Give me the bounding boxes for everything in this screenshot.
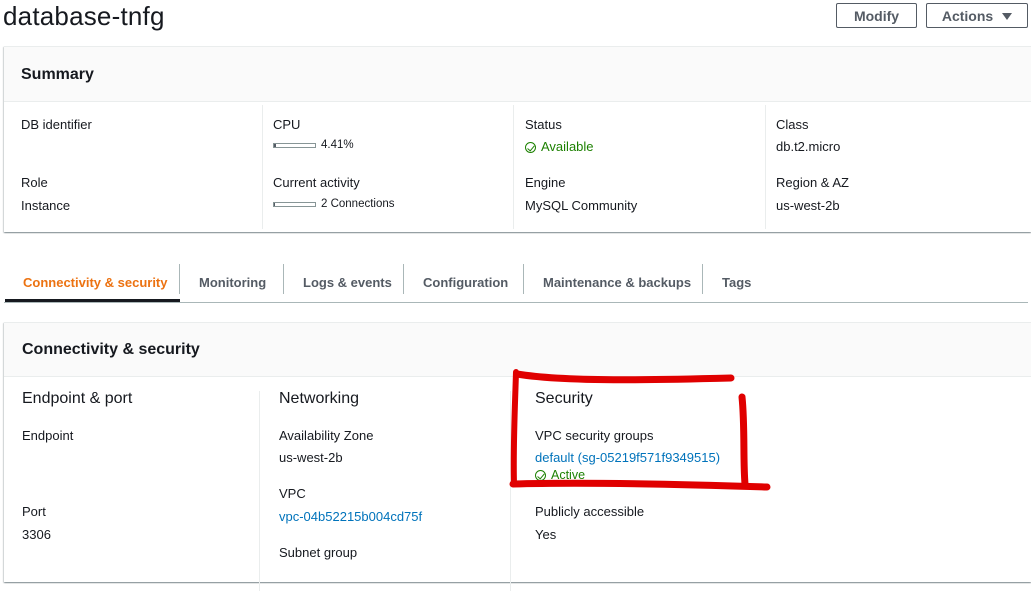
activity-progress-fill [274,203,275,206]
tab-separator [283,264,284,294]
vpc-link[interactable]: vpc-04b52215b004cd75f [279,509,422,524]
security-group-status: Active [535,468,585,482]
cpu-progress-bar [273,143,316,148]
publicly-accessible-value: Yes [535,527,557,542]
security-title: Security [535,390,593,407]
role-value: Instance [21,198,71,213]
availability-zone-value: us-west-2b [279,450,343,465]
class-label: Class [776,117,809,132]
vpc-label: VPC [279,486,306,501]
subnet-group-label: Subnet group [279,545,358,560]
db-identifier-label: DB identifier [21,117,92,132]
tab-connectivity-security[interactable]: Connectivity & security [23,262,168,302]
security-group-link[interactable]: default (sg-05219f571f9349515) [535,450,720,465]
security-group-status-text: Active [551,468,586,482]
cpu-value: 4.41% [321,139,354,151]
summary-title: Summary [21,66,94,83]
status-value: Available [525,139,594,154]
tab-logs-events[interactable]: Logs & events [303,262,392,302]
check-circle-icon [535,470,546,481]
status-label: Status [525,117,562,132]
tab-separator [179,264,180,294]
activity-progress-bar [273,202,316,207]
vpc-security-groups-label: VPC security groups [535,428,654,443]
connectivity-header: Connectivity & security [4,323,1031,377]
tab-separator [523,264,524,294]
tab-maintenance-backups[interactable]: Maintenance & backups [543,262,691,302]
region-label: Region & AZ [776,175,849,190]
engine-value: MySQL Community [525,198,638,213]
connectivity-title: Connectivity & security [22,341,200,358]
cpu-progress-fill [274,144,276,147]
role-label: Role [21,175,48,190]
activity-label: Current activity [273,175,360,190]
tab-separator [702,264,703,294]
column-divider [513,105,514,229]
page-title: database-tnfg [3,1,165,31]
column-divider [765,105,766,229]
column-divider [259,391,260,591]
port-value: 3306 [22,527,51,542]
endpoint-port-title: Endpoint & port [22,390,133,407]
check-circle-icon [525,142,536,153]
connectivity-panel: Connectivity & security Endpoint & port … [4,322,1031,591]
tab-tags[interactable]: Tags [722,262,751,302]
region-value: us-west-2b [776,198,840,213]
tab-monitoring[interactable]: Monitoring [199,262,266,302]
tab-bar: Connectivity & security Monitoring Logs … [4,262,1028,303]
modify-button[interactable]: Modify [836,3,917,28]
caret-down-icon [1002,12,1013,20]
summary-panel: Summary DB identifier CPU 4.41% Status A… [4,46,1031,232]
activity-value: 2 Connections [321,198,395,210]
active-tab-indicator [5,299,180,302]
class-value: db.t2.micro [776,139,841,154]
cpu-label: CPU [273,117,301,132]
endpoint-label: Endpoint [22,428,74,443]
actions-button[interactable]: Actions [926,3,1028,28]
port-label: Port [22,504,46,519]
summary-header: Summary [4,47,1031,102]
tab-separator [403,264,404,294]
column-divider [262,105,263,229]
availability-zone-label: Availability Zone [279,428,374,443]
status-text: Available [541,139,594,154]
tab-configuration[interactable]: Configuration [423,262,508,302]
column-divider [510,391,511,591]
actions-button-label: Actions [941,7,994,24]
publicly-accessible-label: Publicly accessible [535,504,645,519]
modify-button-label: Modify [853,7,900,24]
engine-label: Engine [525,175,566,190]
networking-title: Networking [279,390,360,407]
